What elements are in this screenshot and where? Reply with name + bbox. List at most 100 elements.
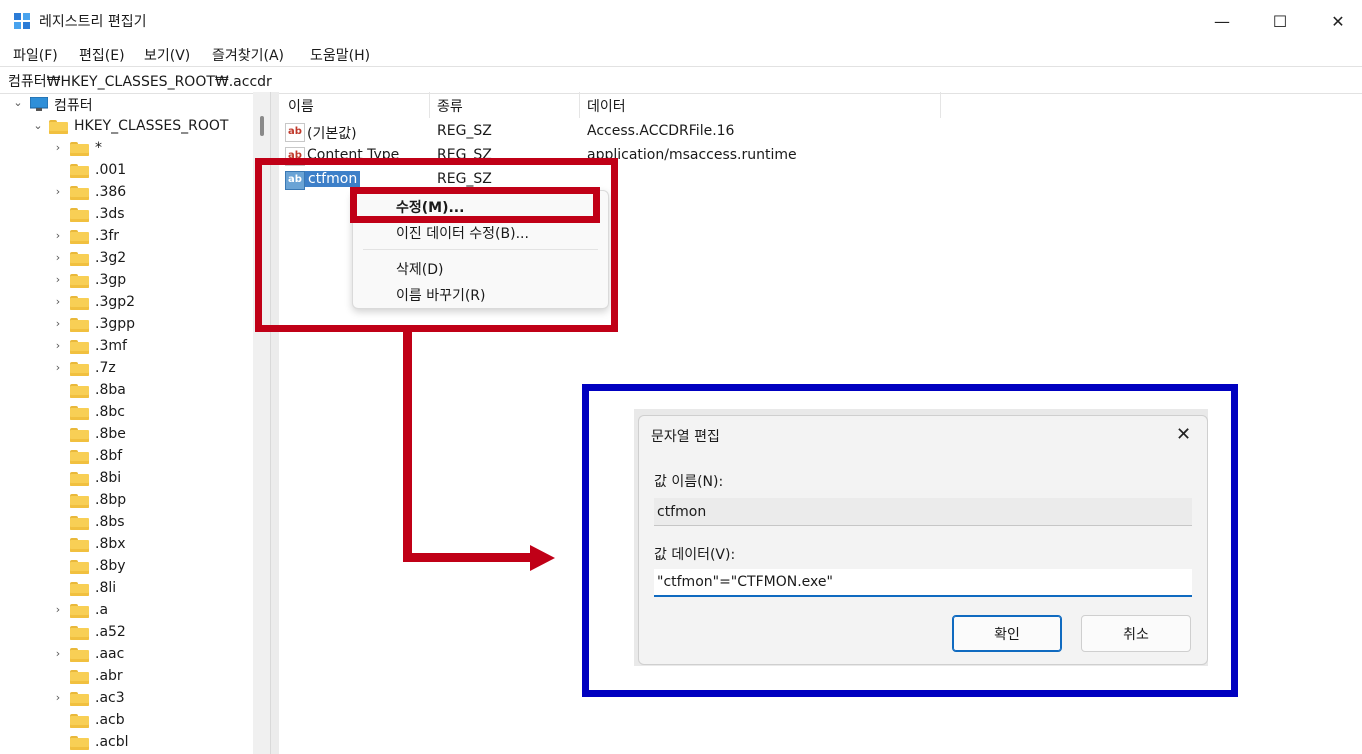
- chevron-right-icon[interactable]: ›: [52, 186, 64, 198]
- address-path: 컴퓨터₩HKEY_CLASSES_ROOT₩.accdr: [8, 74, 272, 90]
- value-type: REG_SZ: [437, 123, 492, 139]
- annotation-red-highlight: [350, 187, 600, 223]
- chevron-right-icon[interactable]: ›: [52, 296, 64, 308]
- tree-item-hkcr[interactable]: ⌄ HKEY_CLASSES_ROOT: [0, 116, 254, 138]
- tree-label: .8by: [95, 558, 126, 574]
- tree-item[interactable]: › .7z: [0, 358, 254, 380]
- tree-label: .8bf: [95, 448, 123, 464]
- tree-item[interactable]: › .3gpp: [0, 314, 254, 336]
- tree-item[interactable]: .a52: [0, 622, 254, 644]
- tree-label: .8be: [95, 426, 126, 442]
- tree-label: .8bs: [95, 514, 125, 530]
- tree-label: .386: [95, 184, 127, 200]
- tree-item[interactable]: › .3mf: [0, 336, 254, 358]
- scrollbar-thumb[interactable]: [260, 116, 264, 136]
- tree-item[interactable]: .8ba: [0, 380, 254, 402]
- column-separator[interactable]: [940, 92, 941, 118]
- folder-icon: [70, 142, 89, 156]
- tree-label: .3g2: [95, 250, 127, 266]
- folder-icon: [70, 538, 89, 552]
- folder-icon: [70, 560, 89, 574]
- tree-item[interactable]: › .a: [0, 600, 254, 622]
- column-separator[interactable]: [579, 92, 580, 118]
- tree-label: .acbl: [95, 734, 129, 750]
- tree-item[interactable]: .acbl: [0, 732, 254, 754]
- chevron-right-icon[interactable]: ›: [52, 142, 64, 154]
- tree-item[interactable]: .8li: [0, 578, 254, 600]
- menu-view[interactable]: 보기(V): [144, 45, 190, 65]
- tree-label: .3gp: [95, 272, 127, 288]
- folder-icon: [70, 296, 89, 310]
- menu-edit[interactable]: 편집(E): [79, 45, 125, 65]
- value-name: (기본값): [307, 126, 357, 142]
- tree-item[interactable]: › *: [0, 138, 254, 160]
- dialog-close-icon[interactable]: ✕: [1176, 424, 1191, 445]
- column-header-type[interactable]: 종류: [437, 96, 463, 116]
- tree-item[interactable]: › .386: [0, 182, 254, 204]
- tree-item-computer[interactable]: ⌄ 컴퓨터: [0, 93, 254, 115]
- tree-label: .abr: [95, 668, 123, 684]
- menu-bar: 파일(F) 편집(E) 보기(V) 즐겨찾기(A) 도움말(H): [0, 42, 1362, 66]
- column-header-name[interactable]: 이름: [288, 96, 314, 116]
- value-name-label: 값 이름(N):: [654, 474, 724, 490]
- tree-item[interactable]: .8by: [0, 556, 254, 578]
- tree-label: HKEY_CLASSES_ROOT: [74, 118, 229, 134]
- close-button[interactable]: ✕: [1309, 0, 1362, 42]
- cancel-button[interactable]: 취소: [1081, 615, 1191, 652]
- folder-icon: [70, 494, 89, 508]
- ok-button[interactable]: 확인: [952, 615, 1062, 652]
- tree-item[interactable]: .8bs: [0, 512, 254, 534]
- tree-item[interactable]: .8bi: [0, 468, 254, 490]
- tree-item[interactable]: › .3g2: [0, 248, 254, 270]
- address-bar[interactable]: 컴퓨터₩HKEY_CLASSES_ROOT₩.accdr: [0, 66, 1362, 94]
- tree-item[interactable]: .8bp: [0, 490, 254, 512]
- chevron-right-icon[interactable]: ›: [52, 230, 64, 242]
- tree-item[interactable]: .8bx: [0, 534, 254, 556]
- tree-item[interactable]: › .ac3: [0, 688, 254, 710]
- chevron-right-icon[interactable]: ›: [52, 274, 64, 286]
- annotation-arrow: [403, 553, 531, 562]
- tree-item[interactable]: .8bf: [0, 446, 254, 468]
- tree-item[interactable]: › .3gp2: [0, 292, 254, 314]
- tree-label: .8bi: [95, 470, 122, 486]
- folder-icon: [70, 736, 89, 750]
- menu-file[interactable]: 파일(F): [13, 45, 58, 65]
- dialog-title: 문자열 편집: [651, 429, 720, 445]
- tree-label: .3gpp: [95, 316, 136, 332]
- value-data-field[interactable]: [654, 569, 1192, 597]
- folder-icon: [70, 186, 89, 200]
- column-separator[interactable]: [429, 92, 430, 118]
- maximize-button[interactable]: ☐: [1251, 0, 1309, 42]
- tree-item[interactable]: .8bc: [0, 402, 254, 424]
- minimize-button[interactable]: —: [1193, 0, 1251, 42]
- tree-item[interactable]: › .3gp: [0, 270, 254, 292]
- folder-icon: [70, 230, 89, 244]
- tree-item[interactable]: .abr: [0, 666, 254, 688]
- menu-favorites[interactable]: 즐겨찾기(A): [212, 45, 284, 65]
- tree-item[interactable]: › .3fr: [0, 226, 254, 248]
- folder-icon: [70, 318, 89, 332]
- column-header-data[interactable]: 데이터: [587, 96, 626, 116]
- chevron-right-icon[interactable]: ›: [52, 692, 64, 704]
- chevron-right-icon[interactable]: ›: [52, 318, 64, 330]
- chevron-down-icon[interactable]: ⌄: [12, 97, 24, 109]
- chevron-right-icon[interactable]: ›: [52, 340, 64, 352]
- menu-help[interactable]: 도움말(H): [310, 45, 370, 65]
- tree-item[interactable]: .8be: [0, 424, 254, 446]
- chevron-down-icon[interactable]: ⌄: [32, 120, 44, 132]
- annotation-arrow: [403, 332, 412, 562]
- folder-icon: [70, 516, 89, 530]
- tree-label: .8bc: [95, 404, 125, 420]
- chevron-right-icon[interactable]: ›: [52, 252, 64, 264]
- tree-item[interactable]: .acb: [0, 710, 254, 732]
- key-tree: ⌄ 컴퓨터 ⌄ HKEY_CLASSES_ROOT › * .001 › .386 .3d…: [0, 92, 254, 754]
- tree-label: .a: [95, 602, 109, 618]
- tree-item[interactable]: .001: [0, 160, 254, 182]
- chevron-right-icon[interactable]: ›: [52, 362, 64, 374]
- chevron-right-icon[interactable]: ›: [52, 604, 64, 616]
- computer-icon: [30, 97, 48, 111]
- value-name-field[interactable]: [654, 498, 1192, 526]
- chevron-right-icon[interactable]: ›: [52, 648, 64, 660]
- tree-item[interactable]: › .aac: [0, 644, 254, 666]
- tree-item[interactable]: .3ds: [0, 204, 254, 226]
